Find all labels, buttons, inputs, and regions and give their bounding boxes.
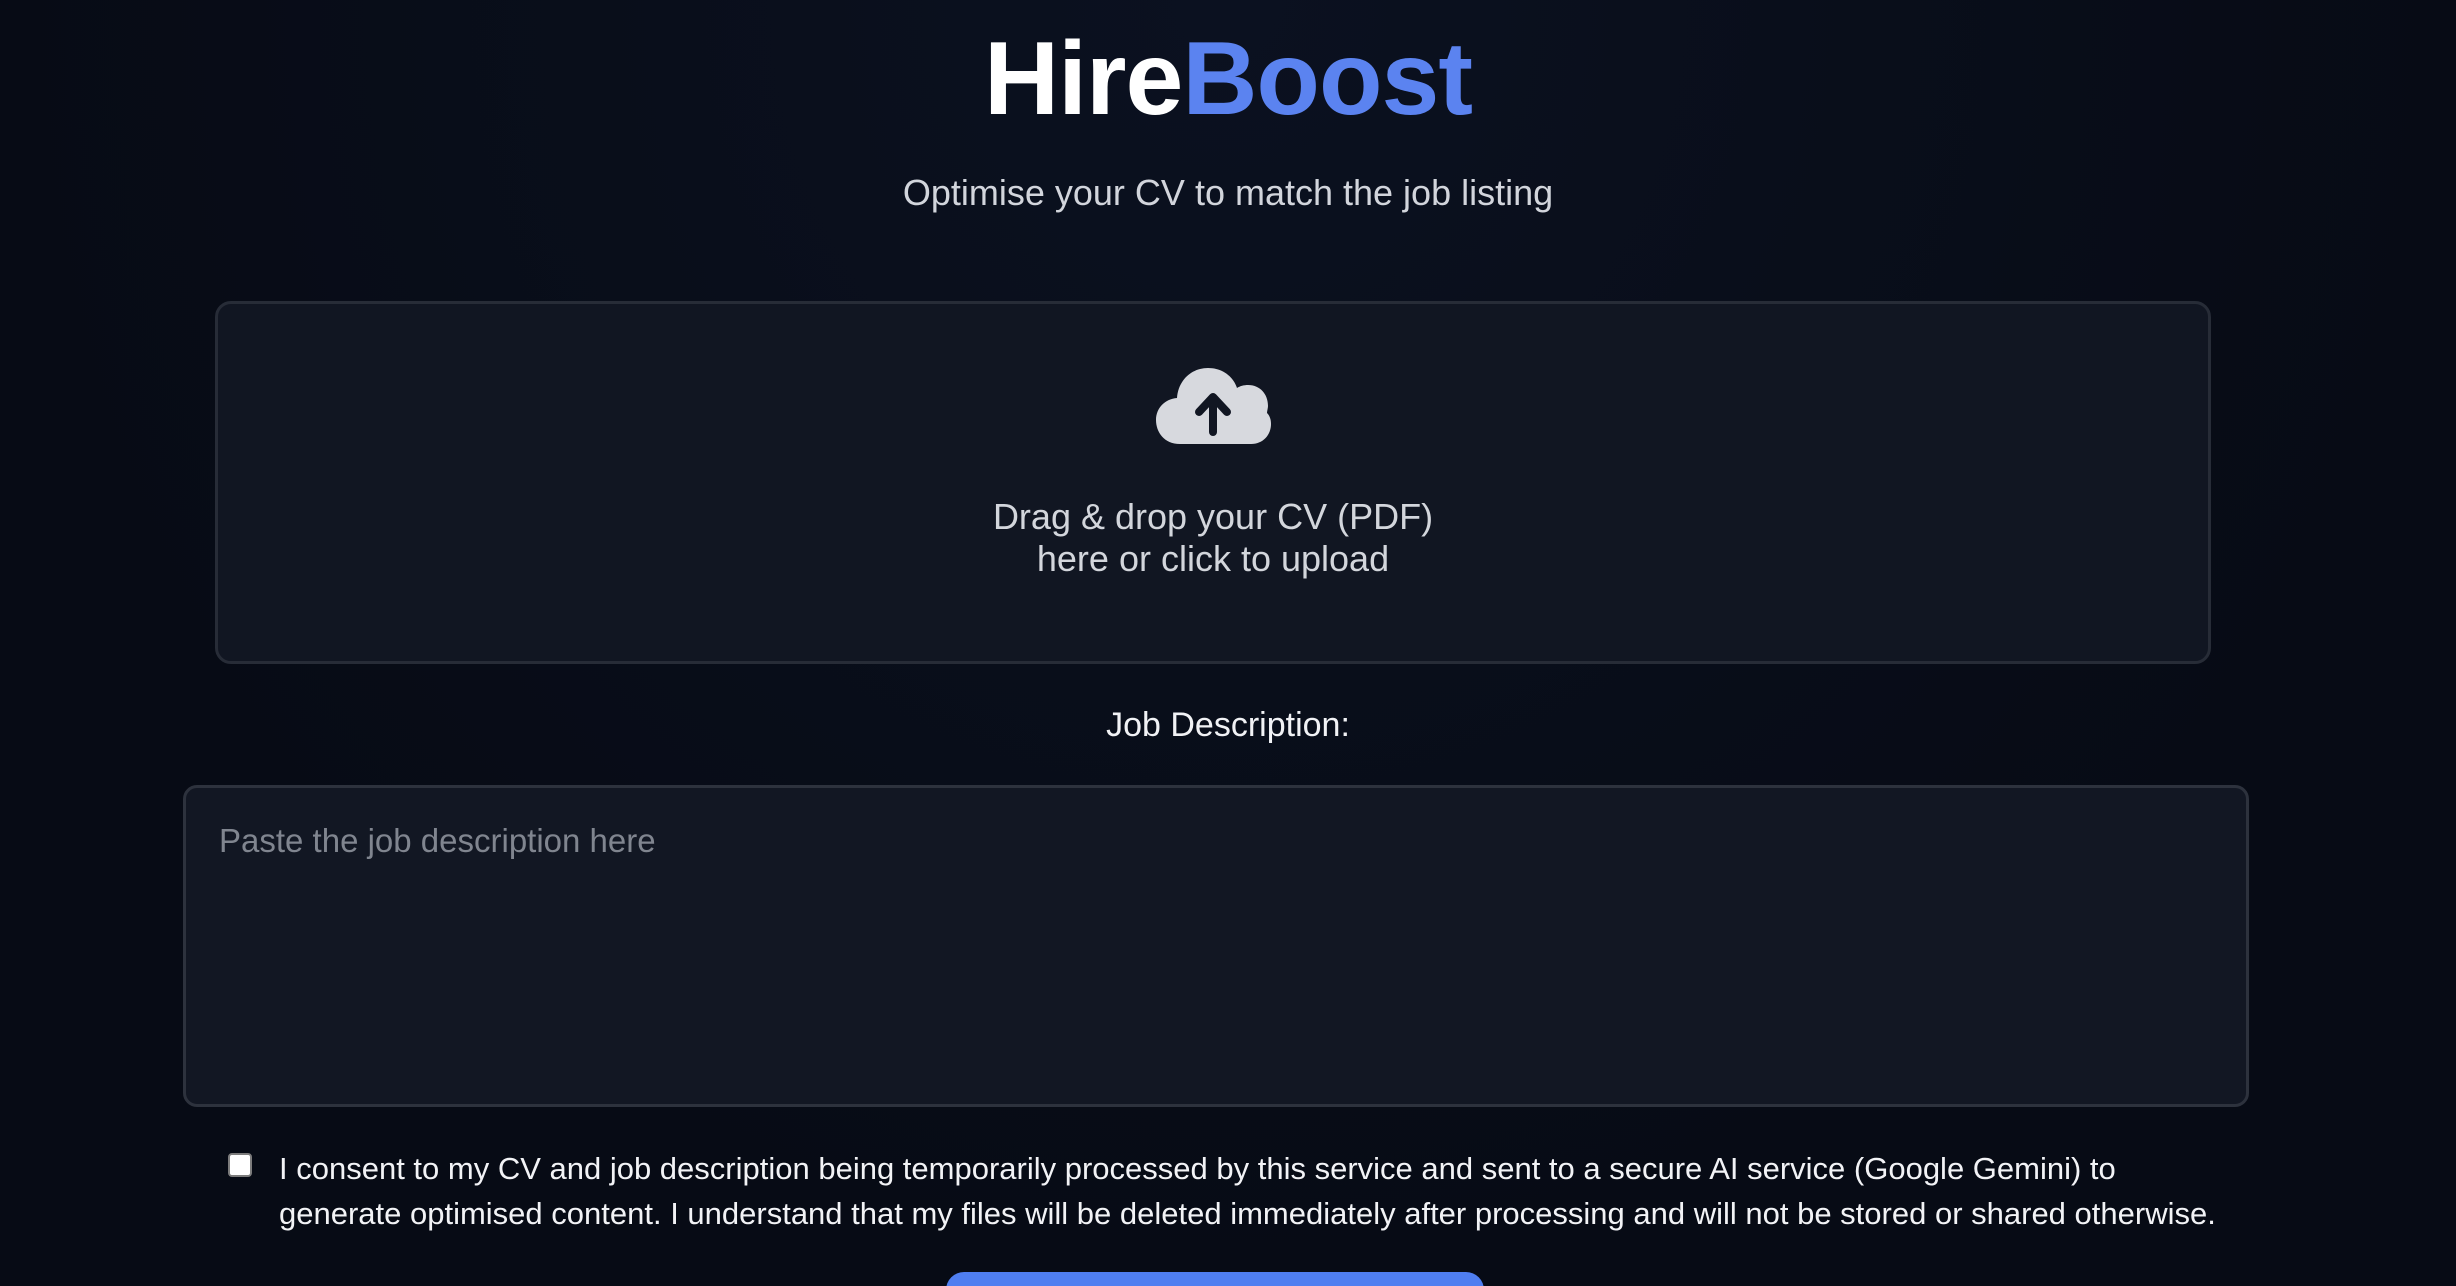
upload-line-1: Drag & drop your CV (PDF) <box>992 496 1434 537</box>
page: HireBoost Optimise your CV to match the … <box>0 0 2456 1286</box>
upload-line-2: here or click to upload <box>1036 538 1390 579</box>
submit-button[interactable] <box>946 1272 1484 1286</box>
upload-instructions: Drag & drop your CV (PDF) here or click … <box>218 496 2208 580</box>
brand-name-part2: Boost <box>1182 21 1473 137</box>
job-description-textarea[interactable] <box>183 785 2249 1107</box>
consent-text: I consent to my CV and job description b… <box>279 1151 2216 1231</box>
job-description-label: Job Description: <box>1106 706 1350 744</box>
cloud-upload-icon <box>1156 368 1271 444</box>
brand-name-part1: Hire <box>984 21 1183 137</box>
cv-upload-dropzone[interactable]: Drag & drop your CV (PDF) here or click … <box>215 301 2211 664</box>
consent-checkbox[interactable] <box>228 1153 252 1177</box>
brand-logo: HireBoost <box>0 24 2456 134</box>
tagline: Optimise your CV to match the job listin… <box>902 172 1554 213</box>
